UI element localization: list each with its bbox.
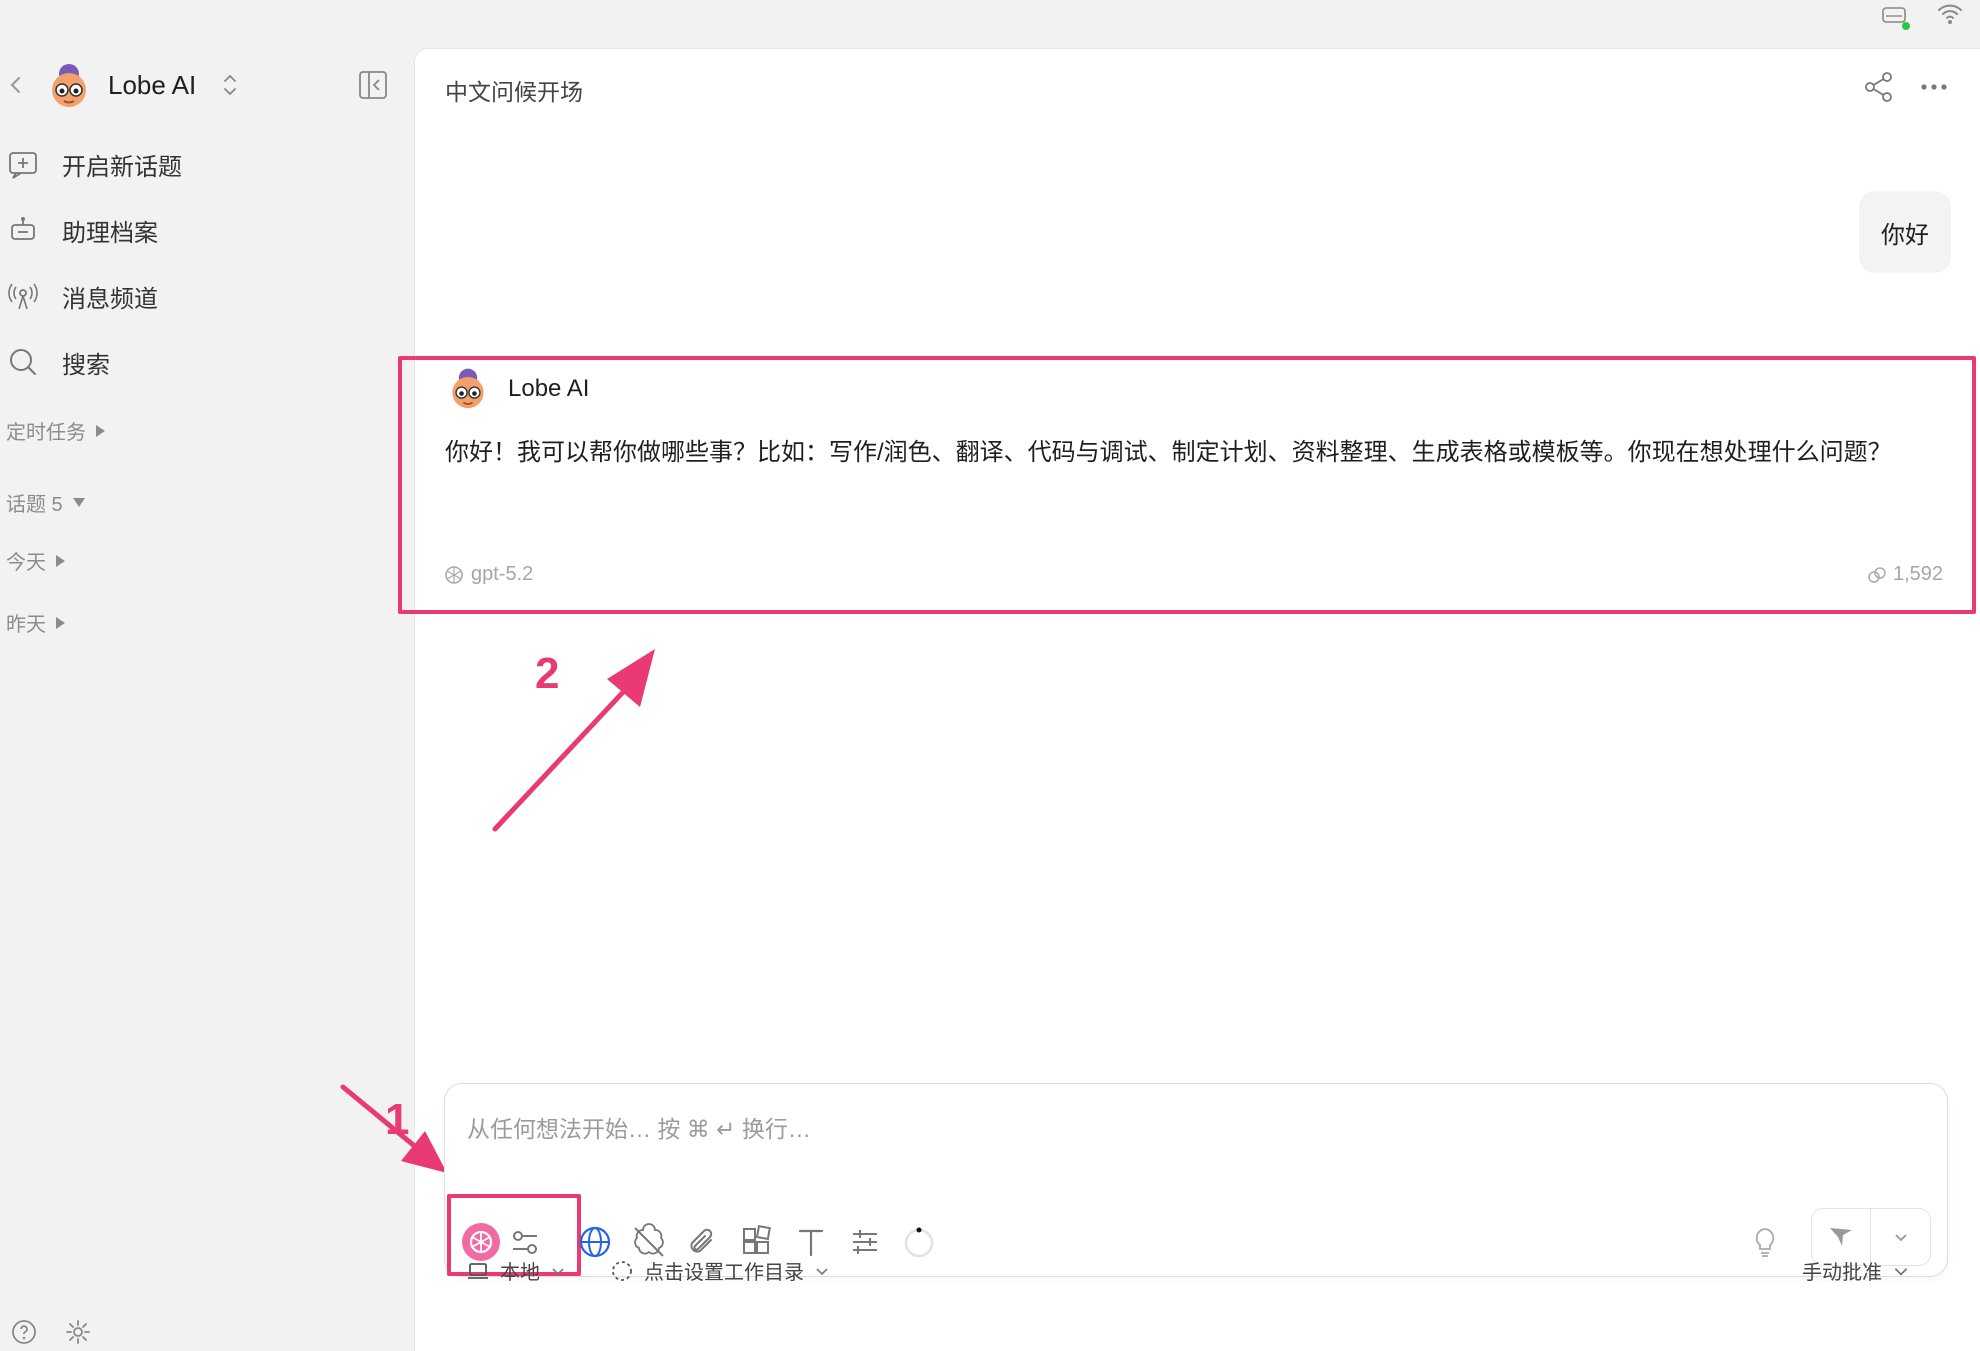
laptop-icon: [466, 1260, 490, 1282]
chevron-down-icon: [1892, 1262, 1910, 1280]
loading-icon: [899, 1222, 939, 1262]
send-arrow-icon: [1826, 1222, 1856, 1252]
group-yesterday[interactable]: 昨天: [6, 608, 65, 637]
model-name: gpt-5.2: [471, 563, 534, 585]
web-search-icon[interactable]: [575, 1222, 615, 1262]
agent-switch-chevron-icon[interactable]: [220, 70, 240, 100]
workdir-select[interactable]: 点击设置工作目录: [610, 1256, 830, 1285]
group-today[interactable]: 今天: [6, 546, 65, 575]
drive-status-icon[interactable]: [1880, 2, 1910, 30]
new-topic-icon: [6, 147, 40, 181]
more-options-icon[interactable]: [1919, 75, 1949, 99]
annotation-arrow-2: [475, 629, 675, 839]
approval-select[interactable]: 手动批准: [1802, 1256, 1910, 1285]
chevron-down-icon: [1891, 1227, 1911, 1247]
approval-label: 手动批准: [1802, 1262, 1882, 1284]
annotation-arrow-1: [335, 1079, 455, 1179]
broadcast-icon: [6, 279, 40, 313]
chat-panel: 中文问候开场 你好 Lobe AI 你好！我可以帮你做哪些事？比如：写作/润色、…: [340, 48, 1980, 1351]
agent-avatar[interactable]: [44, 60, 94, 110]
sidebar-item-channels[interactable]: 消息频道: [0, 266, 400, 326]
chevron-down-icon: [550, 1263, 566, 1279]
assistant-message: 你好！我可以帮你做哪些事？比如：写作/润色、翻译、代码与调试、制定计划、资料整理…: [445, 439, 1892, 466]
settings-sliders-icon[interactable]: [845, 1222, 885, 1262]
sidebar-item-search[interactable]: 搜索: [0, 332, 400, 392]
share-icon[interactable]: [1861, 69, 1897, 105]
model-tag: gpt-5.2: [443, 563, 533, 586]
workdir-label: 点击设置工作目录: [644, 1262, 804, 1284]
group-label: 昨天: [6, 614, 46, 636]
collapse-back-icon[interactable]: [6, 72, 26, 98]
highlight-box-assistant-message: [398, 356, 1976, 614]
page-title: 中文问候开场: [445, 79, 583, 105]
expand-triangle-icon: [56, 616, 65, 629]
chevron-down-icon: [814, 1263, 830, 1279]
token-icon: [1867, 565, 1887, 585]
sidebar-item-label: 开启新话题: [62, 153, 182, 181]
robot-icon: [6, 213, 40, 247]
collapse-triangle-icon: [72, 498, 85, 507]
sidebar-item-label: 助理档案: [62, 219, 158, 247]
expand-triangle-icon: [56, 554, 65, 567]
help-icon[interactable]: [10, 1318, 38, 1346]
openai-logo-icon: [443, 564, 465, 586]
sidebar-item-new-topic[interactable]: 开启新话题: [0, 134, 400, 194]
dashed-circle-icon: [610, 1259, 634, 1283]
env-label: 本地: [500, 1262, 540, 1284]
sidebar-item-agent-profile[interactable]: 助理档案: [0, 200, 400, 260]
lightbulb-icon[interactable]: [1745, 1222, 1785, 1262]
group-label: 定时任务: [6, 422, 86, 444]
settings-gear-icon[interactable]: [64, 1318, 92, 1346]
assistant-avatar: [445, 365, 491, 411]
user-message-bubble: 你好: [1859, 191, 1951, 273]
assistant-name: Lobe AI: [508, 375, 590, 402]
sidebar-item-label: 搜索: [62, 351, 110, 379]
search-icon: [6, 345, 40, 379]
wifi-icon: [1936, 2, 1964, 26]
group-label: 话题 5: [6, 494, 63, 516]
sidebar-item-label: 消息频道: [62, 285, 158, 313]
group-topics[interactable]: 话题 5: [6, 488, 85, 517]
agent-name[interactable]: Lobe AI: [108, 70, 196, 101]
message-composer[interactable]: 从任何想法开始… 按 ⌘ ↵ 换行…: [444, 1083, 1948, 1277]
env-select[interactable]: 本地: [466, 1256, 566, 1285]
token-count: 1,592: [1867, 563, 1943, 586]
token-value: 1,592: [1893, 563, 1944, 585]
expand-triangle-icon: [96, 424, 105, 437]
toggle-sidebar-icon[interactable]: [356, 68, 390, 102]
group-scheduled-tasks[interactable]: 定时任务: [6, 416, 105, 445]
composer-input[interactable]: 从任何想法开始… 按 ⌘ ↵ 换行…: [467, 1110, 811, 1144]
group-label: 今天: [6, 552, 46, 574]
